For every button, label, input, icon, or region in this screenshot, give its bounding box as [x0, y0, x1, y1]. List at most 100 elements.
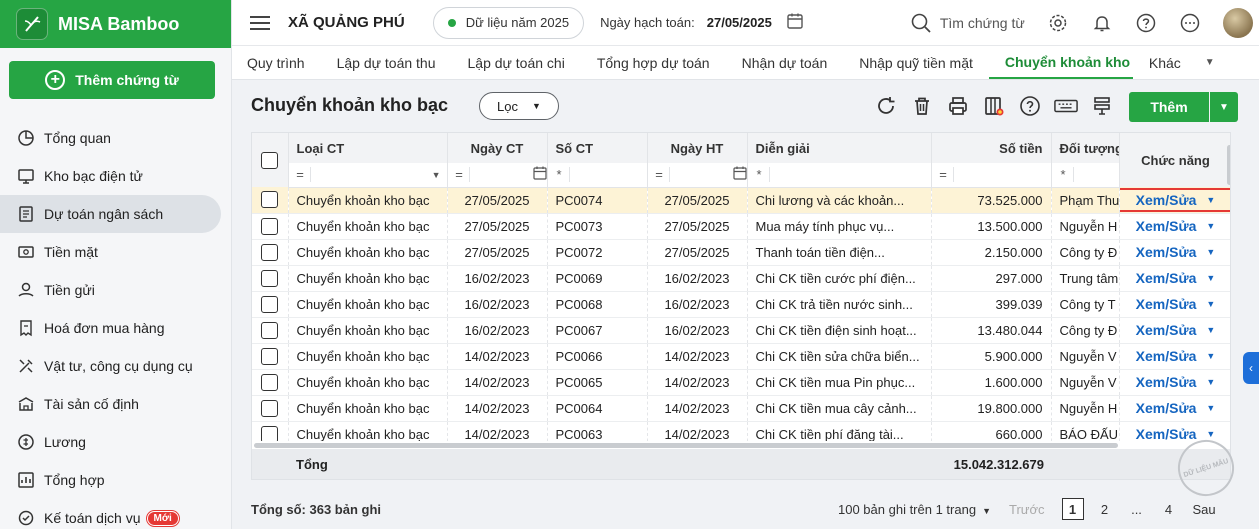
menu-icon[interactable]	[250, 12, 270, 34]
column-header-description[interactable]: Diễn giải	[747, 133, 932, 163]
caret-down-icon[interactable]: ▼	[1206, 299, 1215, 309]
row-checkbox[interactable]	[261, 191, 279, 209]
column-settings-icon[interactable]	[982, 94, 1006, 118]
keyboard-icon[interactable]	[1054, 94, 1078, 118]
column-header-number[interactable]: Số CT	[547, 133, 648, 163]
column-header-type[interactable]: Loại CT	[288, 133, 448, 163]
view-edit-label[interactable]: Xem/Sửa	[1136, 244, 1197, 260]
side-panel-toggle[interactable]: ‹	[1243, 352, 1259, 384]
help-icon[interactable]	[1135, 12, 1157, 34]
caret-down-icon[interactable]: ▼	[1206, 325, 1215, 335]
filter-cell-amount[interactable]: =	[931, 163, 1052, 188]
sidebar-item-summary[interactable]: Tổng hợp	[0, 461, 232, 499]
filter-cell-description[interactable]: *	[747, 163, 932, 188]
filter-operator[interactable]: *	[1056, 167, 1074, 183]
column-header-object[interactable]: Đối tượng	[1051, 133, 1120, 163]
caret-down-icon[interactable]: ▼	[1206, 403, 1215, 413]
table-row[interactable]: Chuyển khoản kho bạc 27/05/2025 PC0074 2…	[252, 187, 1230, 214]
caret-down-icon[interactable]: ▼	[1206, 273, 1215, 283]
row-checkbox[interactable]	[261, 399, 279, 417]
caret-down-icon[interactable]: ▼	[1206, 377, 1215, 387]
cell-number-link[interactable]: PC0068	[547, 291, 648, 318]
row-checkbox[interactable]	[261, 425, 279, 443]
view-edit-action[interactable]: Xem/Sửa ▼	[1119, 187, 1230, 212]
page-button[interactable]: 4	[1158, 498, 1180, 520]
caret-down-icon[interactable]: ▼	[432, 170, 441, 180]
printer-icon[interactable]	[946, 94, 970, 118]
tab-treasury-transfer[interactable]: Chuyển khoản kho bạc	[988, 46, 1133, 79]
filter-cell-object[interactable]: *	[1051, 163, 1120, 188]
row-checkbox[interactable]	[261, 373, 279, 391]
document-search[interactable]: Tìm chứng từ	[910, 12, 1025, 34]
filter-cell-date[interactable]: =	[447, 163, 548, 188]
table-row[interactable]: Chuyển khoản kho bạc 14/02/2023 PC0066 1…	[252, 343, 1230, 370]
sidebar-item-cash[interactable]: Tiền mặt	[0, 233, 232, 271]
row-checkbox[interactable]	[261, 321, 279, 339]
caret-down-icon[interactable]: ▼	[1206, 195, 1215, 205]
view-edit-action[interactable]: Xem/Sửa ▼	[1120, 296, 1231, 312]
organization-name[interactable]: XÃ QUẢNG PHÚ	[288, 14, 405, 31]
view-edit-action[interactable]: Xem/Sửa ▼	[1120, 400, 1231, 416]
sidebar-item-deposit[interactable]: Tiền gửi	[0, 271, 232, 309]
filter-operator[interactable]: =	[293, 167, 311, 183]
add-dropdown-button[interactable]: ▼	[1210, 92, 1238, 122]
filter-operator[interactable]: =	[936, 167, 954, 183]
next-page-button[interactable]: Sau	[1193, 502, 1216, 517]
row-checkbox[interactable]	[261, 347, 279, 365]
table-row[interactable]: Chuyển khoản kho bạc 16/02/2023 PC0068 1…	[252, 291, 1231, 318]
view-edit-action[interactable]: Xem/Sửa ▼	[1120, 244, 1231, 260]
prev-page-button[interactable]: Trước	[1009, 502, 1045, 517]
add-button[interactable]: Thêm	[1129, 92, 1209, 122]
view-edit-label[interactable]: Xem/Sửa	[1136, 192, 1197, 208]
caret-down-icon[interactable]: ▼	[1206, 247, 1215, 257]
sidebar-item-service-accounting[interactable]: Kế toán dịch vụ Mới	[0, 499, 232, 529]
table-row[interactable]: Chuyển khoản kho bạc 16/02/2023 PC0069 1…	[252, 265, 1230, 292]
row-checkbox[interactable]	[261, 269, 279, 287]
view-edit-action[interactable]: Xem/Sửa ▼	[1120, 374, 1231, 390]
table-row[interactable]: Chuyển khoản kho bạc 14/02/2023 PC0064 1…	[252, 395, 1231, 422]
page-button[interactable]: 1	[1061, 498, 1084, 520]
refresh-icon[interactable]	[874, 94, 898, 118]
calendar-icon[interactable]	[786, 12, 804, 33]
column-header-amount[interactable]: Số tiền	[931, 133, 1052, 163]
view-edit-action[interactable]: Xem/Sửa ▼	[1120, 218, 1231, 234]
view-edit-label[interactable]: Xem/Sửa	[1136, 348, 1197, 364]
view-edit-label[interactable]: Xem/Sửa	[1136, 426, 1197, 442]
bell-icon[interactable]	[1091, 12, 1113, 34]
tab-estimate-summary[interactable]: Tổng hợp dự toán	[581, 46, 726, 79]
table-row[interactable]: Chuyển khoản kho bạc 14/02/2023 PC0065 1…	[252, 369, 1231, 396]
cell-number-link[interactable]: PC0072	[547, 239, 648, 266]
view-edit-label[interactable]: Xem/Sửa	[1136, 374, 1197, 390]
cell-number-link[interactable]: PC0073	[547, 213, 648, 240]
sidebar-item-fixed-assets[interactable]: Tài sản cố định	[0, 385, 232, 423]
delete-icon[interactable]	[910, 94, 934, 118]
row-checkbox[interactable]	[261, 217, 279, 235]
caret-down-icon[interactable]: ▼	[1206, 351, 1215, 361]
help-icon[interactable]	[1018, 94, 1042, 118]
cell-number-link[interactable]: PC0069	[547, 265, 648, 292]
workflow-icon[interactable]	[1090, 94, 1114, 118]
cell-number-link[interactable]: PC0074	[547, 187, 648, 214]
caret-down-icon[interactable]: ▼	[1206, 429, 1215, 439]
sidebar-item-purchase-invoice[interactable]: Hoá đơn mua hàng	[0, 309, 232, 347]
sidebar-item-supplies[interactable]: Vật tư, công cụ dụng cụ	[0, 347, 232, 385]
table-row[interactable]: Chuyển khoản kho bạc 27/05/2025 PC0072 2…	[252, 239, 1231, 266]
gear-icon[interactable]	[1047, 12, 1069, 34]
page-size-selector[interactable]: 100 bản ghi trên 1 trang ▼	[838, 502, 991, 517]
tab-revenue-estimate[interactable]: Lập dự toán thu	[321, 46, 452, 79]
row-checkbox[interactable]	[261, 295, 279, 313]
scrollbar-thumb[interactable]	[254, 443, 1118, 448]
sidebar-item-salary[interactable]: Lương	[0, 423, 232, 461]
tab-more[interactable]: Khác ▼	[1133, 46, 1231, 79]
avatar[interactable]	[1222, 7, 1253, 38]
tab-cash-deposit[interactable]: Nhập quỹ tiền mặt	[843, 46, 989, 79]
filter-operator[interactable]: =	[452, 167, 470, 183]
view-edit-label[interactable]: Xem/Sửa	[1136, 218, 1197, 234]
select-all-checkbox[interactable]	[261, 151, 279, 169]
filter-cell-posting-date[interactable]: =	[647, 163, 748, 188]
cell-number-link[interactable]: PC0066	[547, 343, 648, 370]
data-year-selector[interactable]: Dữ liệu năm 2025	[432, 6, 585, 39]
sidebar-item-overview[interactable]: Tổng quan	[0, 119, 232, 157]
filter-operator[interactable]: *	[752, 167, 770, 183]
view-edit-label[interactable]: Xem/Sửa	[1136, 400, 1197, 416]
